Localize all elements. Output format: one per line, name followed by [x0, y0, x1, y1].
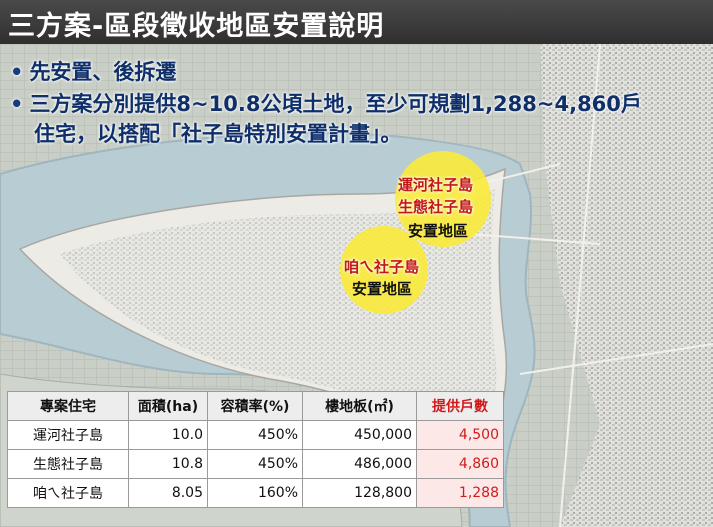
table-cell: 10.0 [128, 420, 208, 450]
bullet-dot-icon: • [10, 60, 24, 84]
bullet-dot-icon: • [10, 92, 24, 116]
map-label-resettlement-1: 安置地區 [408, 222, 469, 240]
table-cell: 160% [207, 478, 303, 508]
slide-title: 三方案-區段徵收地區安置說明 [8, 11, 385, 42]
bullet-item: • 先安置、後拆遷 [10, 60, 177, 84]
table-cell: 450% [207, 449, 303, 479]
table-header: 容積率(%) [207, 391, 303, 421]
table-cell: 450,000 [302, 420, 417, 450]
table-cell: 8.05 [128, 478, 208, 508]
table-header: 提供戶數 [416, 391, 504, 421]
title-bar: 三方案-區段徵收地區安置說明 [0, 0, 713, 44]
table-cell: 128,800 [302, 478, 417, 508]
housing-table: 專案住宅 面積(ha) 容積率(%) 樓地板(㎡) 提供戶數 運河社子島 10.… [7, 391, 504, 508]
table-header: 樓地板(㎡) [302, 391, 417, 421]
map-label-canal: 運河社子島 [398, 176, 474, 194]
bullet-item-continuation: 住宅，以搭配「社子島特別安置計畫」。 [34, 122, 402, 146]
table-row: 生態社子島 10.8 450% 486,000 4,860 [7, 449, 504, 479]
map-label-resettlement-2: 安置地區 [352, 280, 413, 298]
bullet-item: • 三方案分別提供8~10.8公頃土地，至少可規劃1,288~4,860戶 [10, 92, 642, 116]
table-header-row: 專案住宅 面積(ha) 容積率(%) 樓地板(㎡) 提供戶數 [7, 391, 504, 421]
table-cell: 運河社子島 [7, 420, 129, 450]
map-label-zan-e: 咱ㄟ社子島 [344, 258, 420, 276]
map-label-eco: 生態社子島 [398, 198, 474, 216]
table-row: 咱ㄟ社子島 8.05 160% 128,800 1,288 [7, 478, 504, 508]
table-row: 運河社子島 10.0 450% 450,000 4,500 [7, 420, 504, 450]
table-cell: 10.8 [128, 449, 208, 479]
table-cell: 486,000 [302, 449, 417, 479]
table-cell: 4,500 [416, 420, 504, 450]
table-header: 專案住宅 [7, 391, 129, 421]
table-cell: 生態社子島 [7, 449, 129, 479]
table-header: 面積(ha) [128, 391, 208, 421]
table-cell: 4,860 [416, 449, 504, 479]
table-cell: 450% [207, 420, 303, 450]
table-cell: 1,288 [416, 478, 504, 508]
table-cell: 咱ㄟ社子島 [7, 478, 129, 508]
